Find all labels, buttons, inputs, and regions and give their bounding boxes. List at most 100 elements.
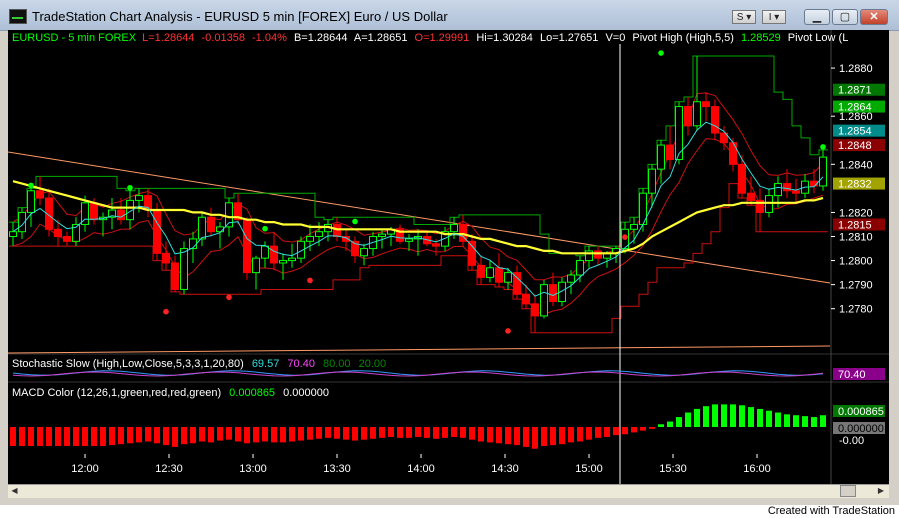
minimize-button[interactable]: ▁ bbox=[804, 9, 830, 25]
chart-area[interactable]: 70.40 0.000865 0.000000 -0.00 1.2880 1.2860… bbox=[7, 30, 889, 484]
pivot-low-dot bbox=[622, 234, 628, 240]
candle-body bbox=[648, 168, 656, 194]
time-tick-label: 16:00 bbox=[743, 463, 771, 475]
candle-body bbox=[738, 163, 746, 194]
macd-bar-negative bbox=[91, 427, 97, 446]
candle-down bbox=[153, 202, 161, 261]
candle-body bbox=[9, 231, 17, 237]
macd-bar-negative bbox=[469, 427, 475, 440]
stochastic-title: Stochastic Slow (High,Low,Close,5,3,3,1,… bbox=[12, 358, 244, 370]
candle-body bbox=[288, 257, 296, 262]
macd-bar-negative bbox=[595, 427, 601, 438]
candle-body bbox=[270, 245, 278, 264]
macd-bar-positive bbox=[721, 404, 727, 427]
macd-bar-negative bbox=[46, 427, 52, 446]
macd-bar-negative bbox=[262, 427, 268, 442]
macd-bar-positive bbox=[712, 404, 718, 427]
i-dropdown-button[interactable]: I ▾ bbox=[762, 10, 786, 24]
stochastic-marker-label: 70.40 bbox=[838, 369, 866, 381]
horizontal-scrollbar[interactable]: ◀ ▶ bbox=[8, 484, 889, 498]
macd-zero-value: 0.000000 bbox=[283, 387, 329, 399]
candle-body bbox=[729, 142, 737, 165]
candle-body bbox=[567, 274, 575, 283]
macd-bar-negative bbox=[586, 427, 592, 440]
macd-bar-negative bbox=[73, 427, 79, 446]
macd-bar-positive bbox=[757, 408, 763, 427]
macd-title: MACD Color (12,26,1,green,red,red,green) bbox=[12, 387, 221, 399]
candle-body bbox=[774, 183, 782, 197]
macd-bar-negative bbox=[568, 427, 574, 443]
macd-bar-negative bbox=[415, 427, 421, 437]
macd-bar-negative bbox=[361, 427, 367, 440]
stochastic-oversold: 20.00 bbox=[359, 358, 387, 370]
candle-body bbox=[765, 195, 773, 213]
stochastic-d: 70.40 bbox=[287, 358, 315, 370]
chart-app-icon bbox=[9, 9, 27, 24]
macd-bar-negative bbox=[64, 427, 70, 446]
macd-bar-positive bbox=[676, 417, 682, 427]
candle-body bbox=[27, 190, 35, 213]
candle-body bbox=[702, 101, 710, 108]
time-tick-label: 14:30 bbox=[491, 463, 519, 475]
macd-bar-negative bbox=[109, 427, 115, 446]
candle-body bbox=[666, 144, 674, 160]
price-marker-label: 1.2815 bbox=[838, 219, 872, 231]
legend-low: Lo=1.27651 bbox=[540, 32, 598, 44]
candle-body bbox=[549, 284, 557, 302]
macd-bar-negative bbox=[370, 427, 376, 439]
macd-bar-negative bbox=[208, 427, 214, 443]
candle-body bbox=[792, 190, 800, 194]
scroll-thumb[interactable] bbox=[840, 485, 856, 497]
footer-credit: Created with TradeStation bbox=[767, 505, 895, 517]
candle-up bbox=[180, 241, 188, 295]
candle-body bbox=[657, 144, 665, 170]
legend-pivot-value: 1.28529 bbox=[741, 32, 781, 44]
macd-bar-negative bbox=[307, 427, 313, 440]
maximize-button[interactable]: ▢ bbox=[832, 9, 858, 25]
application-window: TradeStation Chart Analysis - EURUSD 5 m… bbox=[0, 0, 899, 505]
macd-bar-negative bbox=[172, 427, 178, 447]
stochastic-overbought: 80.00 bbox=[323, 358, 351, 370]
macd-bar-negative bbox=[244, 427, 250, 444]
chart-canvas[interactable]: 70.40 0.0008650.000000-0.00 1.28801.2860… bbox=[7, 30, 889, 484]
macd-bar-negative bbox=[28, 427, 34, 446]
candle-body bbox=[693, 101, 701, 127]
candle-body bbox=[162, 252, 170, 264]
pivot-low-dot bbox=[307, 277, 313, 284]
price-tick-label: 1.2840 bbox=[839, 159, 873, 171]
macd-marker-label: 0.000865 bbox=[838, 406, 884, 418]
candle-body bbox=[360, 248, 368, 257]
candle-body bbox=[477, 264, 485, 278]
macd-bar-positive bbox=[730, 404, 736, 427]
close-button[interactable]: ✕ bbox=[860, 9, 888, 25]
price-tick-label: 1.2780 bbox=[839, 304, 873, 316]
scroll-right-icon[interactable]: ▶ bbox=[874, 485, 888, 497]
legend-symbol: EURUSD - 5 min FOREX bbox=[12, 32, 137, 44]
candle-body bbox=[432, 243, 440, 247]
macd-bar-negative bbox=[604, 427, 610, 437]
macd-bar-negative bbox=[532, 427, 538, 449]
pivot-high-dot bbox=[28, 182, 34, 189]
macd-bar-negative bbox=[433, 427, 439, 439]
macd-bar-negative bbox=[343, 427, 349, 440]
macd-bar-negative bbox=[82, 427, 88, 446]
legend-change-pct: -1.04% bbox=[252, 32, 287, 44]
pivot-high-dot bbox=[820, 144, 826, 150]
candle-body bbox=[153, 209, 161, 254]
macd-bar-positive bbox=[685, 412, 691, 427]
close-icon: ✕ bbox=[869, 11, 879, 23]
macd-bar-positive bbox=[784, 414, 790, 427]
candle-body bbox=[594, 250, 602, 259]
candle-body bbox=[90, 202, 98, 221]
legend-pivot-low: Pivot Low (L bbox=[788, 32, 849, 44]
macd-bar-negative bbox=[145, 427, 151, 442]
macd-bar-negative bbox=[649, 427, 655, 429]
title-bar[interactable]: TradeStation Chart Analysis - EURUSD 5 m… bbox=[0, 0, 899, 31]
macd-bar-negative bbox=[325, 427, 331, 438]
macd-bar-positive bbox=[802, 416, 808, 427]
s-dropdown-button[interactable]: S ▾ bbox=[732, 10, 756, 24]
candle-body bbox=[747, 192, 755, 201]
scroll-left-icon[interactable]: ◀ bbox=[8, 485, 21, 497]
macd-bar-negative bbox=[487, 427, 493, 443]
candle-body bbox=[117, 209, 125, 221]
